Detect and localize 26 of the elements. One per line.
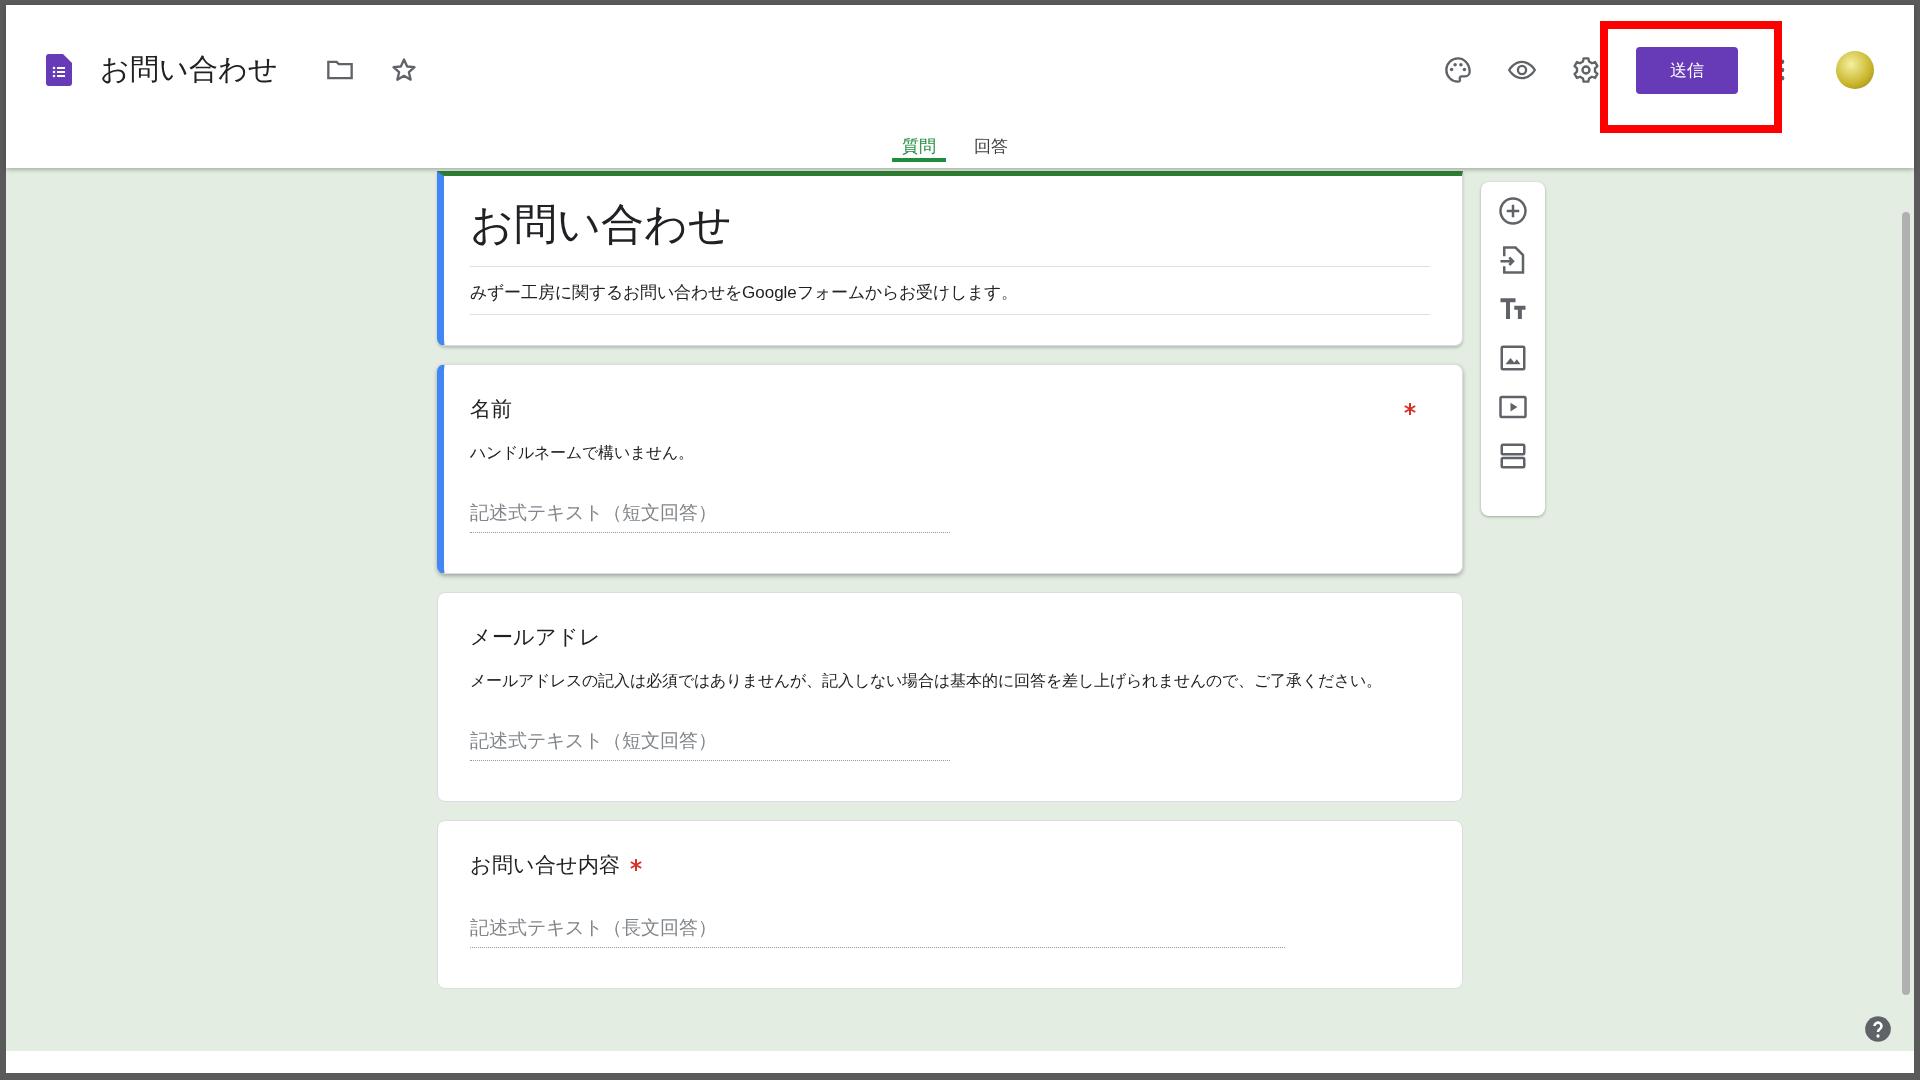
question-title: メールアドレ <box>470 624 601 650</box>
tab[interactable]: 回答 <box>964 135 1018 162</box>
question-help-text: メールアドレスの記入は必須ではありませんが、記入しない場合は基本的に回答を差し上げられませんので、ご了承ください。 <box>470 671 1383 691</box>
question-help-text: ハンドルネームで構いません。 <box>470 443 695 463</box>
form-title[interactable]: お問い合わせ <box>100 50 278 90</box>
form-description-field[interactable]: みずー工房に関するお問い合わせをGoogleフォームからお受けします。 <box>470 267 1430 315</box>
answer-field[interactable]: 記述式テキスト（短文回答） <box>470 730 950 761</box>
answer-field[interactable]: 記述式テキスト（長文回答） <box>470 917 1285 948</box>
question-title: 名前 <box>470 396 512 422</box>
answer-field[interactable]: 記述式テキスト（短文回答） <box>470 502 950 533</box>
question-card[interactable]: お問い合せ内容 記述式テキスト（長文回答） <box>437 820 1463 989</box>
form-icon[interactable] <box>46 54 72 86</box>
palette-icon[interactable] <box>1444 56 1472 84</box>
send-button[interactable]: 送信 <box>1636 46 1738 94</box>
section-icon[interactable] <box>1498 441 1528 471</box>
image-icon[interactable] <box>1498 343 1528 373</box>
scrollbar-thumb[interactable] <box>1902 212 1910 995</box>
star-icon[interactable] <box>390 56 418 84</box>
question-title: お問い合せ内容 <box>470 852 620 878</box>
tab[interactable]: 質問 <box>892 135 946 162</box>
question-card[interactable]: 名前 ハンドルネームで構いません。 記述式テキスト（短文回答） <box>437 364 1463 574</box>
add-circle-icon[interactable] <box>1498 196 1528 226</box>
form-title-field[interactable]: お問い合わせ <box>470 196 1430 267</box>
help-icon[interactable] <box>1864 1015 1892 1043</box>
settings-icon[interactable] <box>1572 56 1600 84</box>
question-card[interactable]: メールアドレ メールアドレスの記入は必須ではありませんが、記入しない場合は基本的に回答を差し上げられませんので、ご了承ください。 記述式テキスト（短文回答） <box>437 592 1463 802</box>
